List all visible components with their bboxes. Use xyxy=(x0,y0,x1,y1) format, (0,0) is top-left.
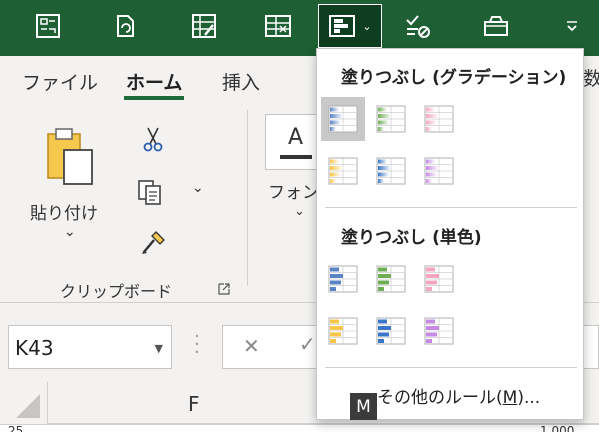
data-bar-icon xyxy=(424,157,454,185)
customize-toolbar-icon[interactable] xyxy=(550,6,594,46)
dropdown-separator-2 xyxy=(325,367,577,368)
drag-handle-icon[interactable]: · · · xyxy=(194,328,200,362)
tab-insert[interactable]: 挿入 xyxy=(222,68,260,95)
solid-fill-heading: 塗りつぶし (単色) xyxy=(341,228,482,248)
keytip-badge: M xyxy=(350,393,377,420)
name-box[interactable]: K43 ▼ xyxy=(8,325,172,369)
cut-icon[interactable] xyxy=(142,126,164,156)
gradient-fill-item[interactable] xyxy=(321,97,365,141)
data-bar-icon xyxy=(424,317,454,345)
copy-chevron-icon[interactable]: ⌄ xyxy=(192,180,204,196)
solid-fill-item[interactable] xyxy=(369,309,413,353)
data-bar-icon xyxy=(376,157,406,185)
solid-fill-item[interactable] xyxy=(417,309,461,353)
formula-buttons: ✕ ✓ xyxy=(222,325,322,369)
gradient-fill-heading: 塗りつぶし (グラデーション) xyxy=(341,68,567,88)
solid-fill-item[interactable] xyxy=(369,257,413,301)
gradient-fill-item[interactable] xyxy=(321,149,365,193)
font-group-label: フォン xyxy=(268,183,319,203)
dropdown-separator xyxy=(325,207,577,208)
tab-file[interactable]: ファイル xyxy=(22,68,98,95)
font-chevron-icon[interactable]: ⌄ xyxy=(294,204,305,219)
form-icon[interactable] xyxy=(26,6,70,46)
folder-open-icon[interactable] xyxy=(474,6,518,46)
data-bar-icon xyxy=(328,317,358,345)
ribbon-peek-text: 数 xyxy=(583,68,599,90)
data-bar-icon xyxy=(424,105,454,133)
group-separator xyxy=(247,110,248,286)
refresh-document-icon[interactable] xyxy=(104,6,148,46)
solid-fill-item[interactable] xyxy=(417,257,461,301)
data-bar-icon xyxy=(328,265,358,293)
cell-value[interactable]: 1,000 xyxy=(540,424,574,432)
active-tab-indicator xyxy=(124,96,184,100)
more-rules-suffix: )... xyxy=(517,388,541,408)
data-bar-icon xyxy=(328,157,358,185)
data-bars-dropdown: 塗りつぶし (グラデーション) 塗りつぶし (単色) その他のルール(M)... xyxy=(316,48,584,420)
row-strip xyxy=(0,424,599,432)
copy-icon[interactable] xyxy=(136,178,164,210)
data-bar-icon xyxy=(328,105,358,133)
gradient-fill-item[interactable] xyxy=(417,97,461,141)
checklist-clear-icon[interactable] xyxy=(396,6,440,46)
gradient-fill-item[interactable] xyxy=(369,97,413,141)
data-bar-icon xyxy=(376,265,406,293)
more-rules-item[interactable]: その他のルール(M)... xyxy=(377,383,540,408)
data-bar-icon xyxy=(424,265,454,293)
chevron-down-icon: ⌄ xyxy=(362,19,372,33)
tab-home[interactable]: ホーム xyxy=(126,68,182,95)
row-number[interactable]: 25 xyxy=(8,424,23,432)
data-bar-icon xyxy=(329,15,356,37)
more-rules-prefix: その他のルール( xyxy=(377,388,503,408)
table-icon[interactable] xyxy=(256,6,300,46)
table-edit-icon[interactable] xyxy=(182,6,226,46)
solid-fill-item[interactable] xyxy=(321,309,365,353)
solid-fill-item[interactable] xyxy=(321,257,365,301)
more-rules-mnemonic: M xyxy=(502,388,518,408)
name-box-dropdown-icon[interactable]: ▼ xyxy=(155,342,163,355)
format-painter-icon[interactable] xyxy=(140,230,168,260)
select-all-corner[interactable] xyxy=(0,382,48,424)
data-bar-icon xyxy=(376,105,406,133)
font-underline xyxy=(280,155,312,159)
paste-icon[interactable] xyxy=(44,126,96,190)
cancel-icon[interactable]: ✕ xyxy=(243,334,260,358)
gradient-fill-item[interactable] xyxy=(417,149,461,193)
data-bar-button[interactable]: ⌄ xyxy=(318,4,382,48)
paste-label[interactable]: 貼り付け xyxy=(30,199,98,224)
name-box-value: K43 xyxy=(15,336,54,360)
font-sample: A xyxy=(288,125,304,150)
clipboard-group-label: クリップボード xyxy=(60,282,173,301)
paste-chevron-icon[interactable]: ⌄ xyxy=(64,224,76,240)
gradient-fill-item[interactable] xyxy=(369,149,413,193)
column-header-f[interactable]: F xyxy=(188,392,200,416)
enter-icon[interactable]: ✓ xyxy=(299,332,316,356)
dialog-launcher-icon[interactable] xyxy=(218,280,230,299)
data-bar-icon xyxy=(376,317,406,345)
